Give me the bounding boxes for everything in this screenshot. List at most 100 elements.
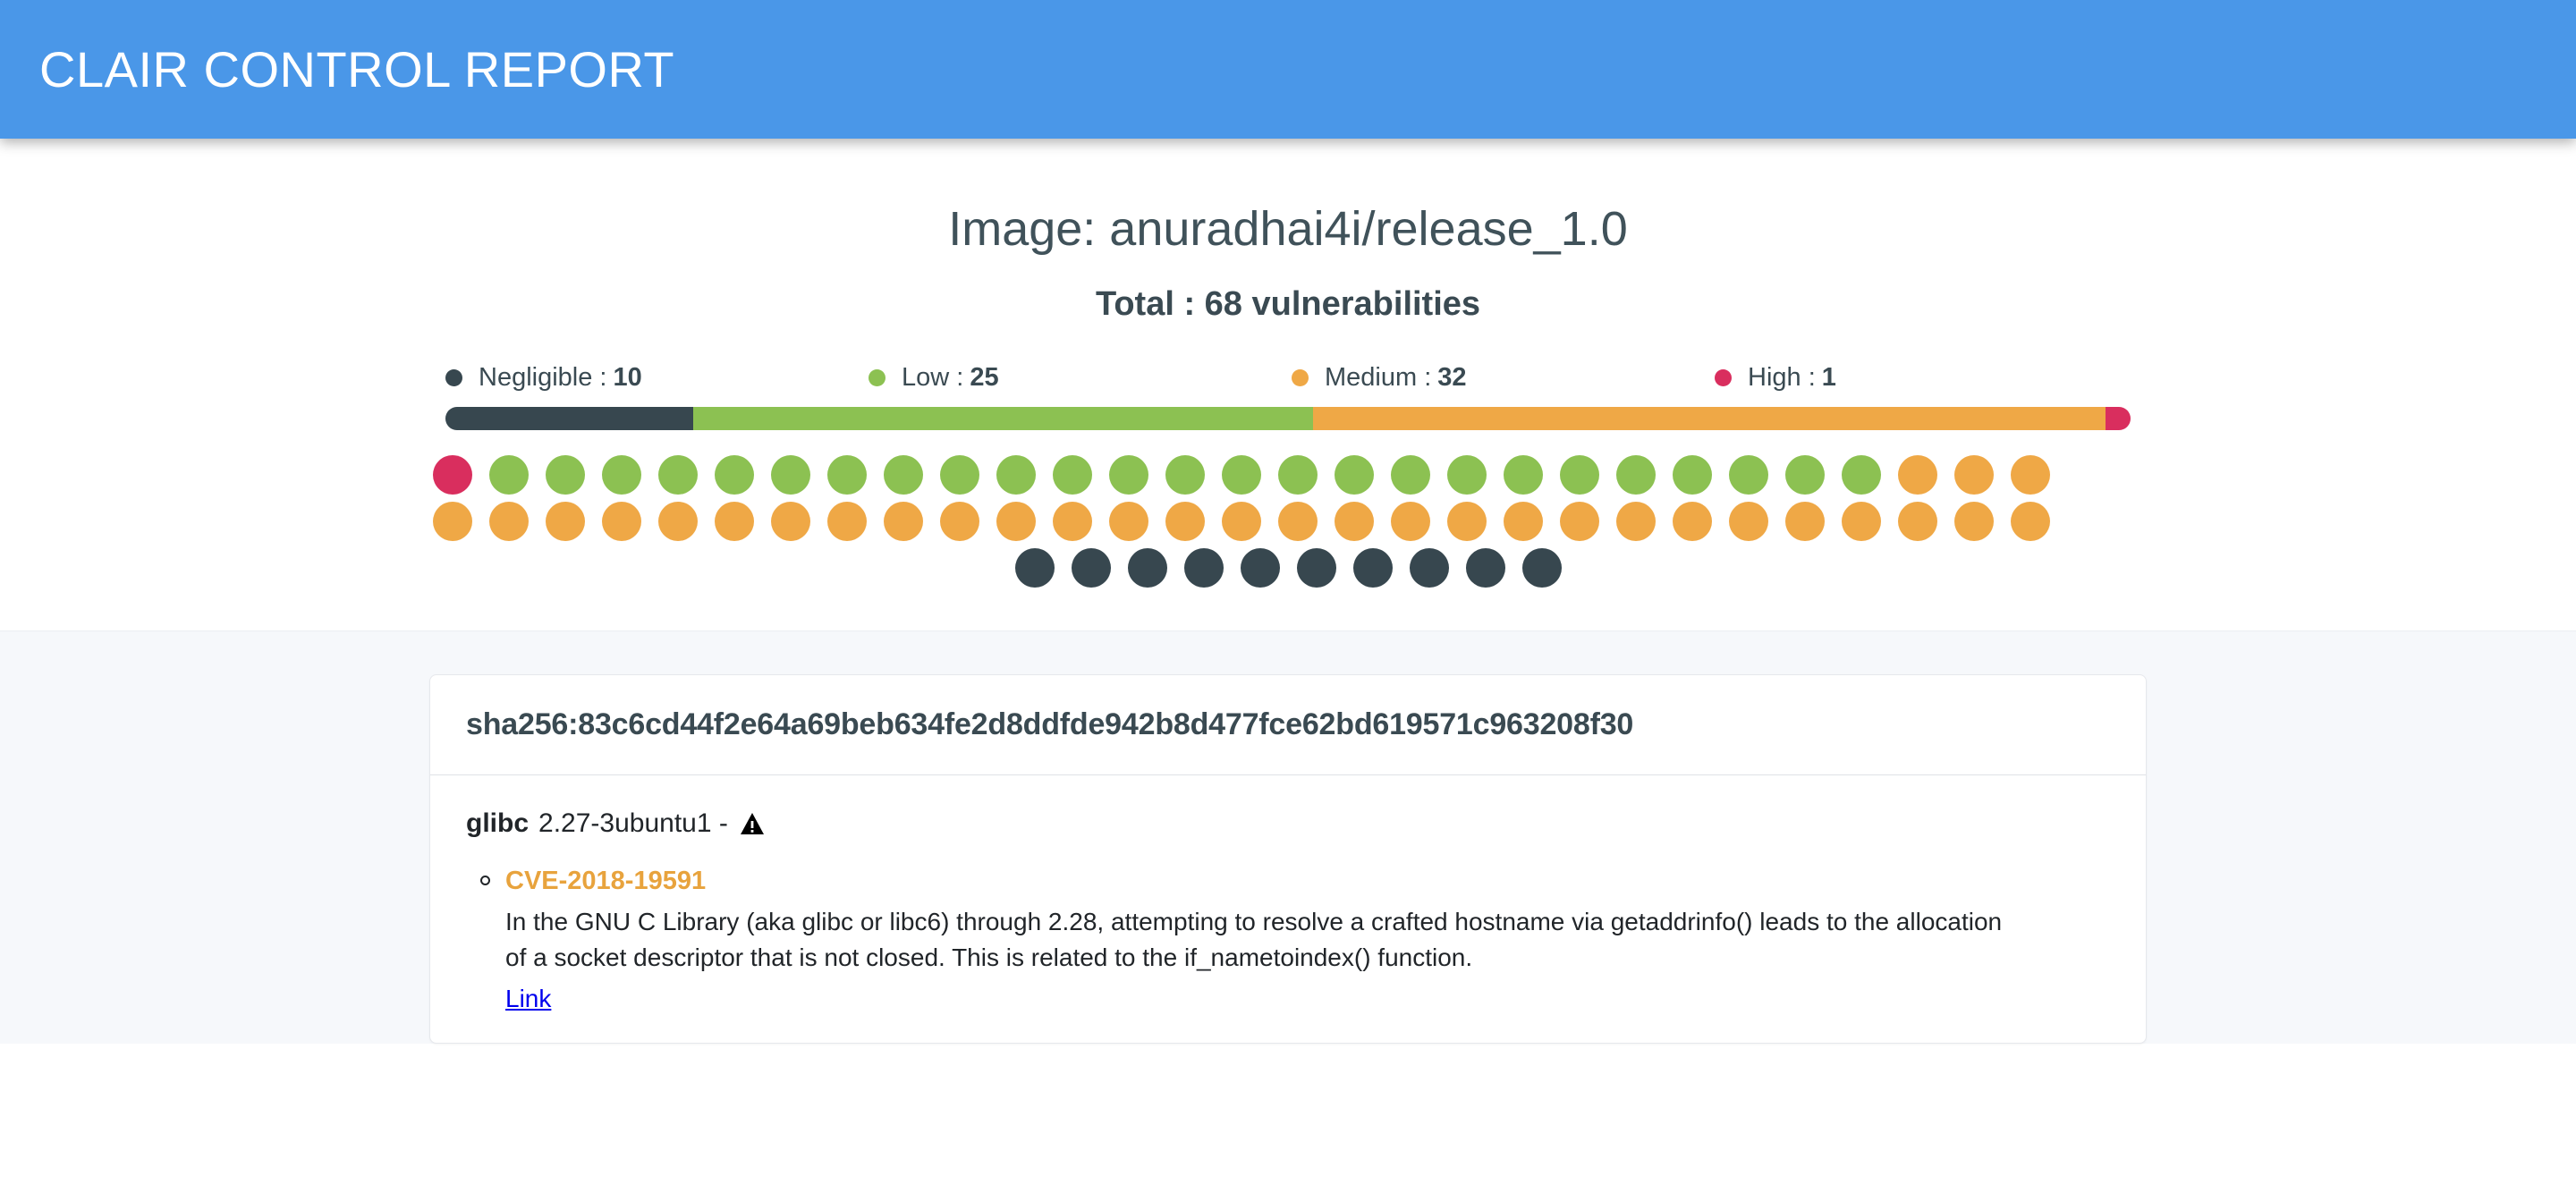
severity-dot-negligible [1465, 547, 1505, 588]
severity-dot-medium [1954, 501, 1994, 541]
severity-dot-medium [1616, 501, 1656, 541]
legend-dot-negligible [445, 368, 462, 386]
image-title: Image: anuradhai4i/release_1.0 [948, 202, 1628, 256]
severity-dot-negligible [1127, 547, 1167, 588]
severity-dot-medium [1504, 501, 1543, 541]
layer-card: sha256:83c6cd44f2e64a69beb634fe2d8ddfde9… [429, 673, 2147, 1045]
cve-description: In the GNU C Library (aka glibc or libc6… [505, 908, 2003, 971]
severity-dot-medium [1954, 454, 1994, 495]
severity-dot-medium [546, 501, 585, 541]
severity-dot-medium [884, 501, 923, 541]
severity-dot-low [827, 454, 867, 495]
severity-dot-medium [1391, 501, 1430, 541]
severity-dot-low [489, 454, 529, 495]
total-vulnerabilities-title: Total : 68 vulnerabilities [1095, 285, 1481, 324]
dot-matrix-row [429, 547, 2147, 588]
severity-dot-medium [1278, 501, 1318, 541]
severity-dot-negligible [1014, 547, 1055, 588]
legend-dot-low [869, 368, 886, 386]
layer-card-body: glibc 2.27-3ubuntu1 - CVE-2018-19591 In … [430, 775, 2146, 1043]
severity-dot-medium [1673, 501, 1712, 541]
legend-count-negligible: 10 [613, 362, 642, 392]
summary-section: Image: anuradhai4i/release_1.0 Total : 6… [0, 139, 2576, 630]
cve-list-item: CVE-2018-19591 In the GNU C Library (aka… [480, 864, 2110, 1017]
legend-dot-high [1715, 368, 1732, 386]
severity-dot-medium [1165, 501, 1205, 541]
severity-dot-medium [996, 501, 1036, 541]
severity-dot-medium [940, 501, 979, 541]
severity-dot-low [996, 454, 1036, 495]
severity-dot-low [1504, 454, 1543, 495]
severity-dot-low [1447, 454, 1487, 495]
severity-dot-negligible [1240, 547, 1280, 588]
severity-dot-medium [1222, 501, 1261, 541]
severity-dot-low [771, 454, 810, 495]
severity-dot-medium [1335, 501, 1374, 541]
cve-link[interactable]: Link [505, 981, 551, 1017]
app-header: CLAIR CONTROL REPORT [0, 0, 2576, 139]
cve-id[interactable]: CVE-2018-19591 [505, 864, 2110, 899]
severity-dot-negligible [1521, 547, 1562, 588]
stacked-bar-segment-low [693, 406, 1313, 430]
severity-dot-low [1673, 454, 1712, 495]
severity-legend: Negligible : 10 Low : 25 Medium : 32 Hig… [438, 363, 2138, 393]
severity-dot-low [1785, 454, 1825, 495]
legend-label-negligible: Negligible : [479, 362, 607, 392]
stacked-bar-segment-high [2106, 406, 2131, 430]
list-bullet-icon [480, 875, 490, 885]
dot-matrix-row [429, 454, 2147, 495]
severity-dot-low [1109, 454, 1148, 495]
severity-dot-low [715, 454, 754, 495]
severity-dot-medium [1898, 454, 1937, 495]
legend-label-medium: Medium : [1325, 362, 1432, 392]
legend-count-high: 1 [1821, 362, 1836, 392]
legend-dot-medium [1292, 368, 1309, 386]
cve-list: CVE-2018-19591 In the GNU C Library (aka… [466, 864, 2110, 1016]
severity-dot-negligible [1183, 547, 1224, 588]
severity-dot-negligible [1296, 547, 1336, 588]
package-version: 2.27-3ubuntu1 - [538, 808, 728, 838]
severity-dot-low [1729, 454, 1768, 495]
legend-count-low: 25 [970, 362, 999, 392]
dot-matrix-row [429, 501, 2147, 541]
legend-item-negligible: Negligible : 10 [445, 363, 869, 393]
severity-dot-medium [715, 501, 754, 541]
legend-label-high: High : [1748, 362, 1816, 392]
app-title: CLAIR CONTROL REPORT [39, 40, 675, 97]
severity-dot-low [1278, 454, 1318, 495]
severity-dot-matrix [429, 454, 2147, 588]
severity-dot-low [884, 454, 923, 495]
severity-dot-medium [1842, 501, 1881, 541]
severity-dot-low [1560, 454, 1599, 495]
severity-dot-low [546, 454, 585, 495]
severity-dot-medium [602, 501, 641, 541]
legend-item-high: High : 1 [1715, 363, 2138, 393]
severity-dot-medium [771, 501, 810, 541]
severity-dot-low [1391, 454, 1430, 495]
package-name: glibc [466, 808, 530, 838]
severity-dot-medium [1785, 501, 1825, 541]
severity-dot-medium [1109, 501, 1148, 541]
stacked-bar-segment-negligible [445, 406, 694, 430]
layer-card-header: sha256:83c6cd44f2e64a69beb634fe2d8ddfde9… [430, 675, 2146, 775]
severity-dot-low [602, 454, 641, 495]
severity-dot-low [1335, 454, 1374, 495]
severity-dot-negligible [1352, 547, 1393, 588]
severity-dot-medium [2011, 454, 2050, 495]
legend-item-medium: Medium : 32 [1292, 363, 1715, 393]
severity-dot-low [1165, 454, 1205, 495]
severity-dot-medium [1898, 501, 1937, 541]
severity-dot-medium [1447, 501, 1487, 541]
severity-dot-low [1616, 454, 1656, 495]
severity-dot-negligible [1409, 547, 1449, 588]
severity-dot-negligible [1071, 547, 1111, 588]
details-section: sha256:83c6cd44f2e64a69beb634fe2d8ddfde9… [0, 630, 2576, 1045]
severity-dot-low [658, 454, 698, 495]
legend-count-medium: 32 [1437, 362, 1467, 392]
severity-dot-medium [1729, 501, 1768, 541]
severity-dot-medium [433, 501, 472, 541]
severity-dot-medium [2011, 501, 2050, 541]
severity-dot-low [1053, 454, 1092, 495]
severity-dot-high [433, 454, 472, 495]
severity-dot-low [1222, 454, 1261, 495]
